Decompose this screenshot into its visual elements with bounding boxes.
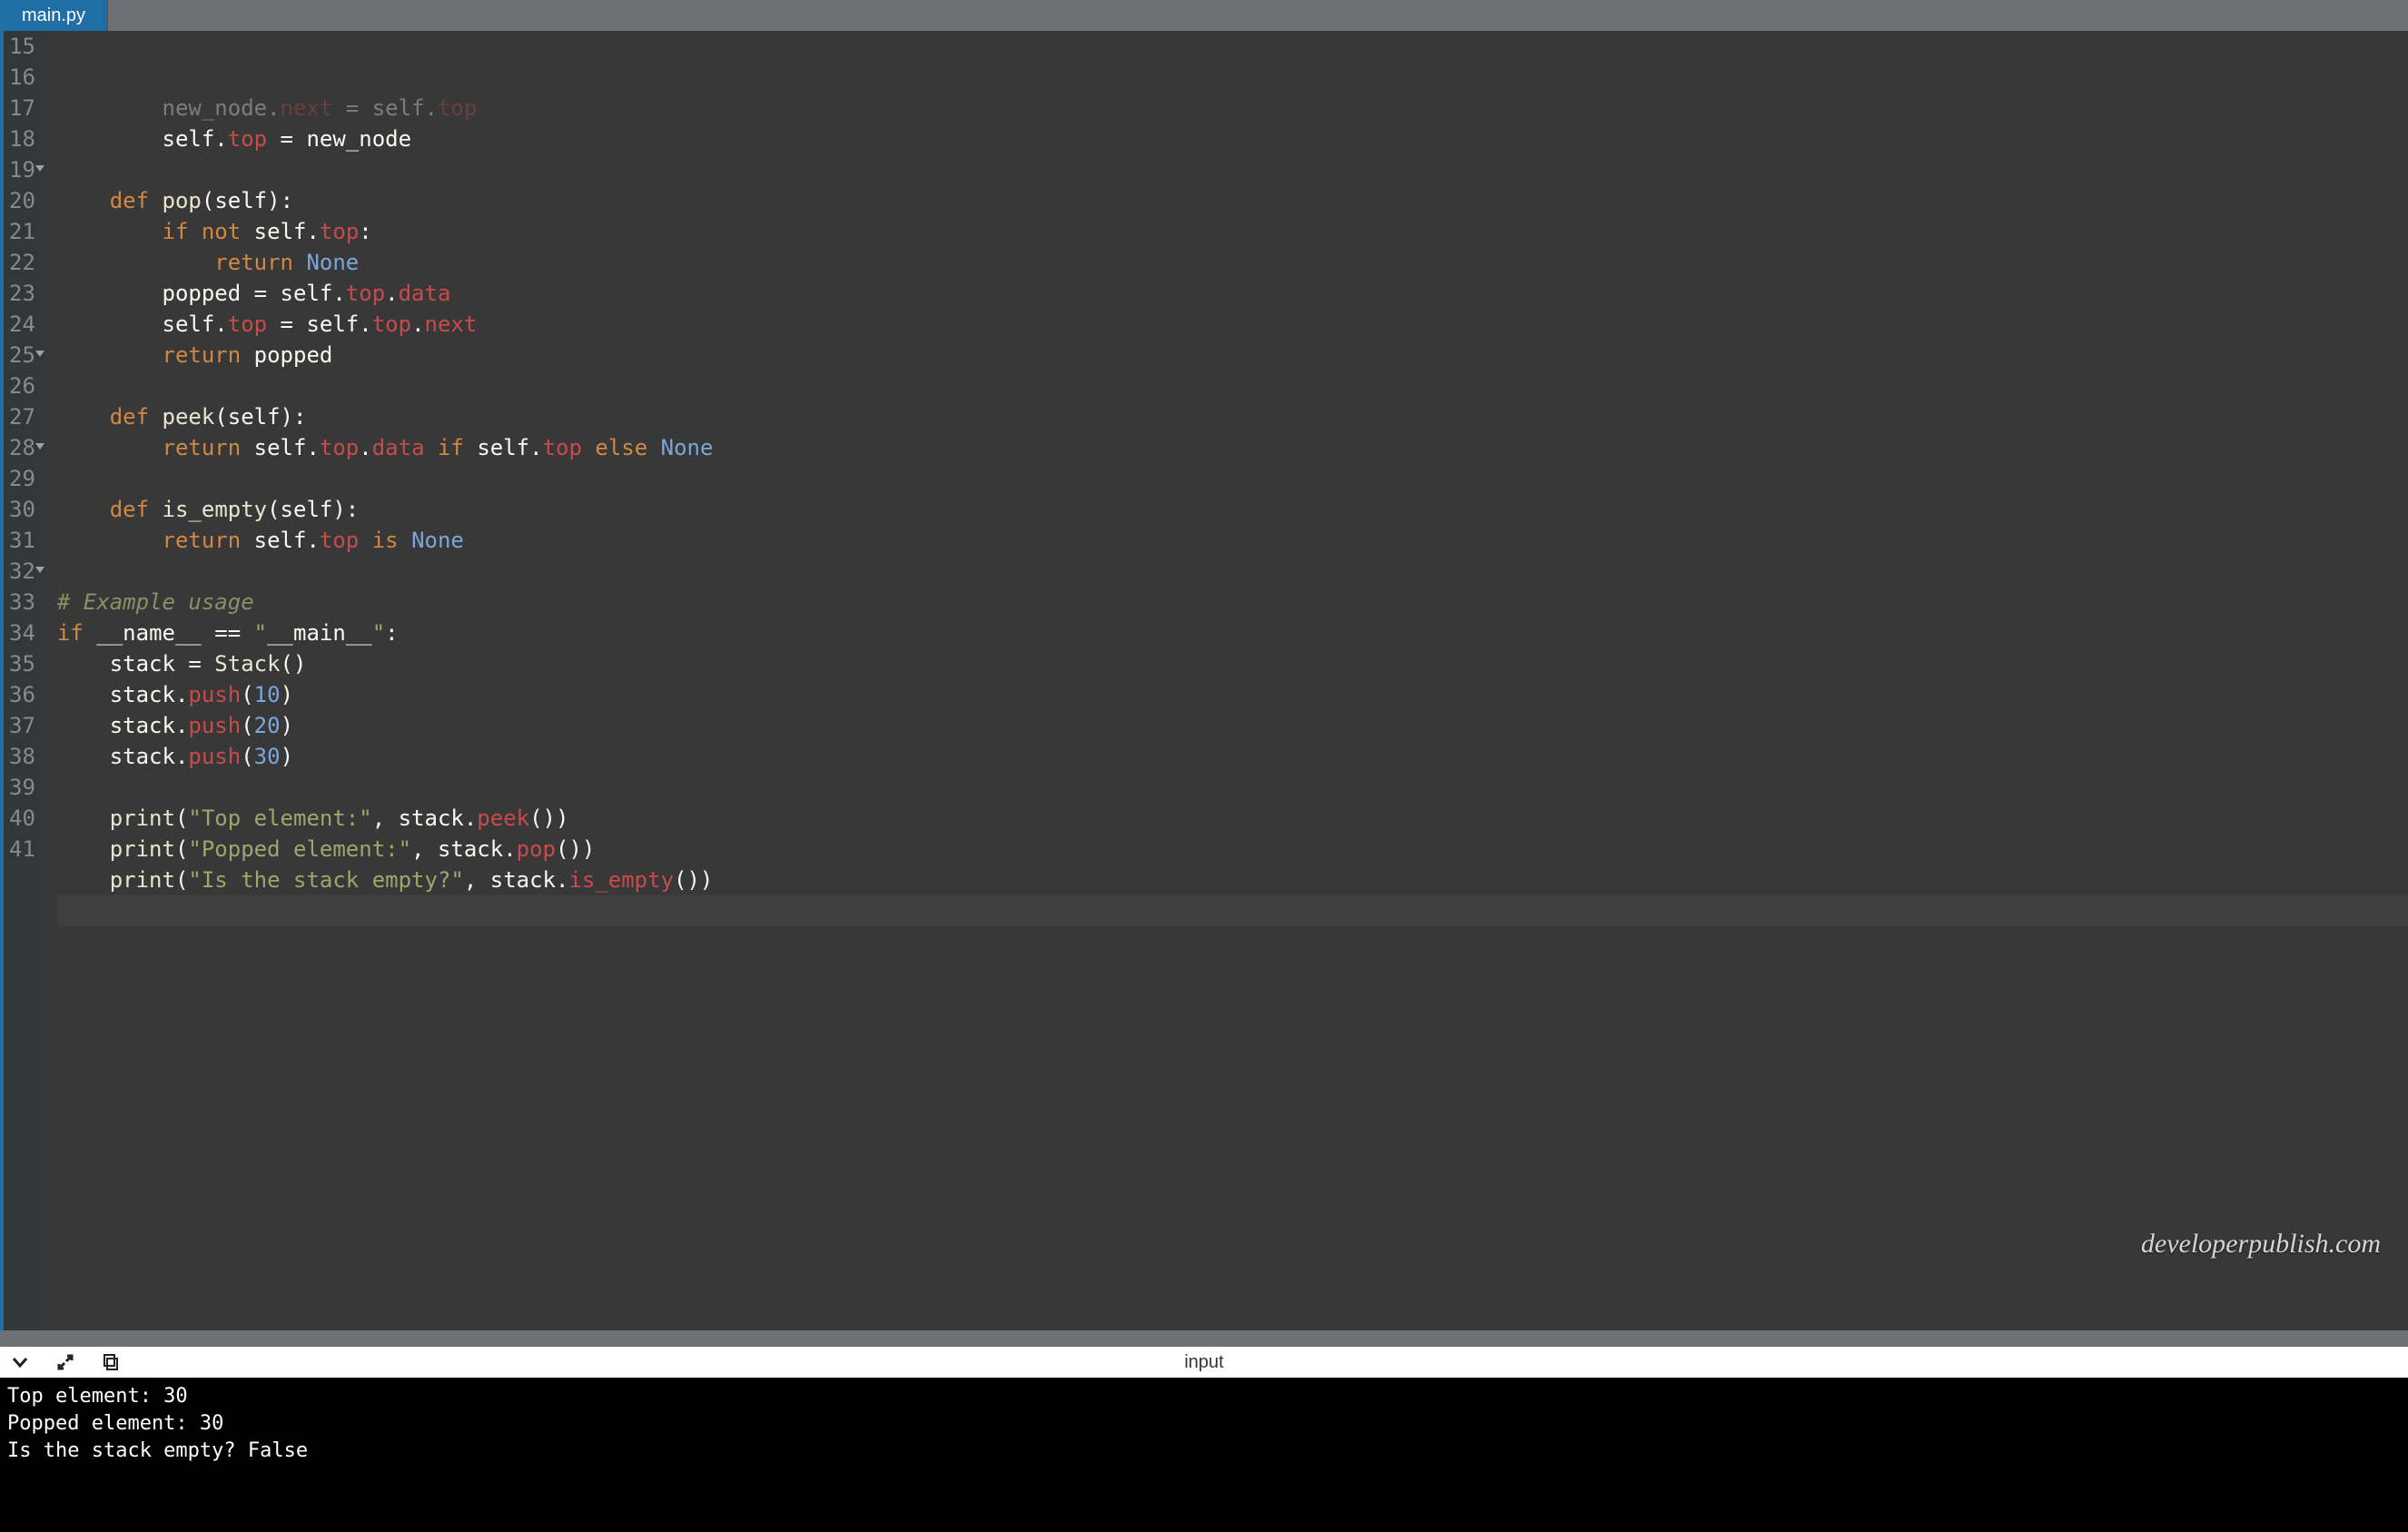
editor-panel-divider[interactable] (0, 1330, 2408, 1347)
line-number[interactable]: 27 (9, 401, 35, 432)
line-number-gutter[interactable]: 1516171819202122232425262728293031323334… (0, 31, 46, 1330)
code-area[interactable]: new_node.next = self.top self.top = new_… (46, 31, 2408, 1330)
line-number[interactable]: 33 (9, 587, 35, 618)
line-number[interactable]: 29 (9, 463, 35, 494)
code-line[interactable]: return None (57, 247, 2408, 278)
code-line[interactable]: def is_empty(self): (57, 494, 2408, 525)
code-line[interactable]: # Example usage (57, 587, 2408, 618)
line-number[interactable]: 16 (9, 62, 35, 93)
code-line[interactable]: def peek(self): (57, 401, 2408, 432)
tab-bar: main.py (0, 0, 2408, 31)
line-number[interactable]: 18 (9, 124, 35, 154)
line-number[interactable]: 36 (9, 679, 35, 710)
line-number[interactable]: 37 (9, 710, 35, 741)
code-line[interactable]: return self.top is None (57, 525, 2408, 556)
line-number[interactable]: 41 (9, 834, 35, 865)
line-number[interactable]: 31 (9, 525, 35, 556)
code-line[interactable]: stack.push(20) (57, 710, 2408, 741)
line-number[interactable]: 25 (9, 340, 35, 371)
code-line[interactable]: self.top = self.top.next (57, 309, 2408, 340)
code-line[interactable] (57, 463, 2408, 494)
code-line[interactable]: return self.top.data if self.top else No… (57, 432, 2408, 463)
code-line[interactable]: print("Is the stack empty?", stack.is_em… (57, 865, 2408, 895)
tab-main-py[interactable]: main.py (0, 0, 108, 31)
line-number[interactable]: 22 (9, 247, 35, 278)
line-number[interactable]: 30 (9, 494, 35, 525)
code-line[interactable]: self.top = new_node (57, 124, 2408, 154)
watermark: developerpublish.com (2141, 1229, 2381, 1260)
line-number[interactable]: 24 (9, 309, 35, 340)
line-number[interactable]: 17 (9, 93, 35, 124)
console-output[interactable]: Top element: 30 Popped element: 30 Is th… (0, 1378, 2408, 1532)
expand-panel-icon[interactable] (54, 1351, 76, 1373)
panel-title: input (1184, 1352, 1223, 1373)
code-line[interactable] (57, 371, 2408, 401)
copy-output-icon[interactable] (100, 1351, 122, 1373)
code-line[interactable]: print("Top element:", stack.peek()) (57, 803, 2408, 834)
code-line[interactable]: if not self.top: (57, 216, 2408, 247)
code-line[interactable]: def pop(self): (57, 185, 2408, 216)
line-number[interactable]: 40 (9, 803, 35, 834)
code-line[interactable]: stack = Stack() (57, 648, 2408, 679)
code-line[interactable] (57, 154, 2408, 185)
code-line[interactable]: print("Popped element:", stack.pop()) (57, 834, 2408, 865)
line-number[interactable]: 38 (9, 741, 35, 772)
output-panel-header: input (0, 1347, 2408, 1378)
code-line[interactable] (57, 772, 2408, 803)
line-number[interactable]: 20 (9, 185, 35, 216)
line-number[interactable]: 34 (9, 618, 35, 648)
line-number[interactable]: 21 (9, 216, 35, 247)
line-number[interactable]: 28 (9, 432, 35, 463)
line-number[interactable]: 39 (9, 772, 35, 803)
code-line[interactable]: popped = self.top.data (57, 278, 2408, 309)
line-number[interactable]: 26 (9, 371, 35, 401)
code-line[interactable]: stack.push(30) (57, 741, 2408, 772)
code-line[interactable]: new_node.next = self.top (57, 93, 2408, 124)
code-line[interactable]: if __name__ == "__main__": (57, 618, 2408, 648)
line-number[interactable]: 32 (9, 556, 35, 587)
panel-toolbar (0, 1351, 122, 1373)
line-number[interactable]: 23 (9, 278, 35, 309)
collapse-panel-icon[interactable] (9, 1351, 31, 1373)
code-line[interactable]: return popped (57, 340, 2408, 371)
code-line[interactable] (57, 895, 2408, 926)
line-number[interactable]: 19 (9, 154, 35, 185)
line-number[interactable]: 35 (9, 648, 35, 679)
line-number[interactable]: 15 (9, 31, 35, 62)
editor: 1516171819202122232425262728293031323334… (0, 31, 2408, 1330)
code-line[interactable]: stack.push(10) (57, 679, 2408, 710)
code-line[interactable] (57, 556, 2408, 587)
